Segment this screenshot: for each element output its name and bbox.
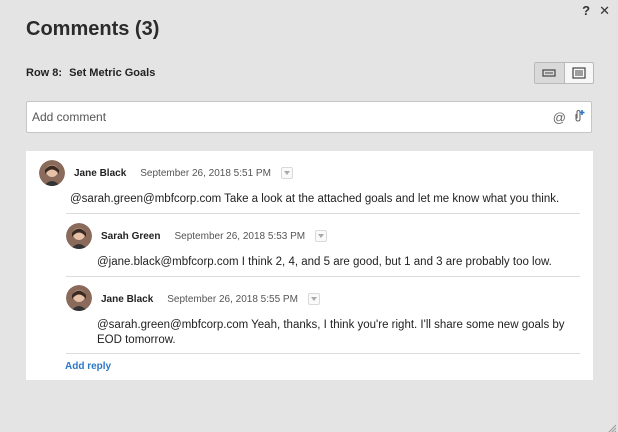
comment-text: @sarah.green@mbfcorp.com Take a look at …: [70, 193, 560, 205]
row-name: Set Metric Goals: [69, 67, 156, 79]
divider: [66, 276, 580, 277]
add-comment-input[interactable]: [27, 109, 553, 125]
compact-view-icon[interactable]: [535, 63, 565, 83]
comment-author: Sarah Green: [101, 230, 161, 242]
chevron-down-icon[interactable]: [280, 167, 293, 179]
row-label: Row 8: Set Metric Goals: [26, 67, 155, 79]
divider: [66, 213, 580, 214]
attach-icon[interactable]: [572, 109, 585, 126]
comment-text-line: EOD tomorrow.: [97, 334, 176, 346]
comment-actions: @: [553, 109, 591, 126]
comment-meta: Jane Black September 26, 2018 5:51 PM: [74, 167, 293, 179]
comment-author: Jane Black: [101, 293, 154, 305]
window-controls: ? ✕: [582, 4, 610, 18]
comment-date: September 26, 2018 5:53 PM: [174, 230, 306, 242]
chevron-down-icon[interactable]: [315, 230, 328, 242]
comment-text-line: @sarah.green@mbfcorp.com Yeah, thanks, I…: [97, 319, 565, 331]
comment-date: September 26, 2018 5:55 PM: [167, 293, 298, 305]
comment-date: September 26, 2018 5:51 PM: [140, 167, 271, 179]
help-icon[interactable]: ?: [582, 4, 590, 18]
divider: [66, 353, 580, 354]
chevron-down-icon[interactable]: [307, 293, 320, 305]
comment-meta: Sarah Green September 26, 2018 5:53 PM: [101, 230, 328, 242]
add-comment-box: @: [26, 101, 592, 133]
view-toggle: [534, 62, 594, 84]
comment-meta: Jane Black September 26, 2018 5:55 PM: [101, 293, 320, 305]
avatar: [66, 223, 92, 249]
comment-text: @jane.black@mbfcorp.com I think 2, 4, an…: [97, 256, 552, 268]
avatar: [39, 160, 65, 186]
comment-author: Jane Black: [74, 167, 127, 179]
resize-grip-icon[interactable]: [606, 420, 617, 432]
expanded-view-icon[interactable]: [565, 63, 594, 83]
row-number: Row 8:: [26, 67, 63, 79]
avatar: [66, 285, 92, 311]
add-reply-link[interactable]: Add reply: [65, 361, 111, 372]
page-title: Comments (3): [26, 18, 160, 40]
comment-text: @sarah.green@mbfcorp.com Yeah, thanks, I…: [97, 318, 585, 348]
comments-panel: Jane Black September 26, 2018 5:51 PM @s…: [26, 151, 593, 380]
mention-icon[interactable]: @: [553, 110, 566, 125]
close-icon[interactable]: ✕: [599, 4, 610, 18]
